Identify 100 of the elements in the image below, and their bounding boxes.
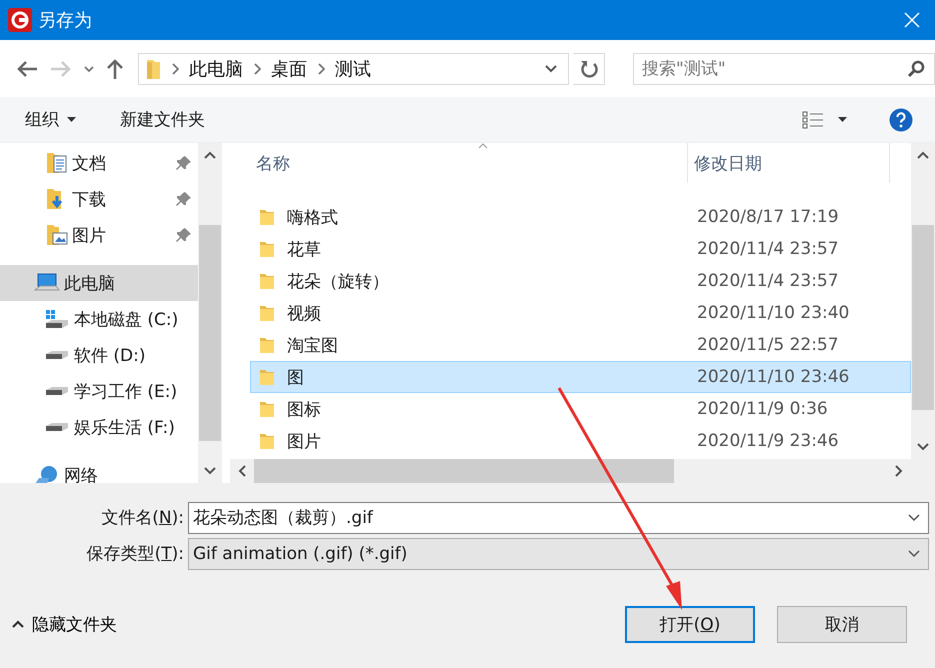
file-name: 图标 <box>287 398 321 420</box>
hide-folders-button[interactable]: 隐藏文件夹 <box>12 612 117 636</box>
column-header[interactable]: 修改日期 <box>688 143 890 183</box>
file-row[interactable]: 图标 2020/11/9 0:36 <box>250 393 911 425</box>
close-icon <box>904 12 920 28</box>
refresh-button[interactable] <box>573 52 605 84</box>
details-view-icon <box>802 110 824 130</box>
chevron-right-icon <box>253 62 261 74</box>
chevron-right-icon <box>317 62 325 74</box>
chevron-right-icon <box>171 62 179 74</box>
chevron-up-icon <box>917 151 929 159</box>
window-title: 另存为 <box>38 9 93 32</box>
up-arrow-icon <box>106 58 124 80</box>
modified-date: 2020/11/4 23:57 <box>696 271 839 291</box>
sidebar-item[interactable]: 学习工作 (E:) <box>0 373 198 409</box>
sidebar-item[interactable]: 本地磁盘 (C:) <box>0 301 198 337</box>
folder-icon <box>259 399 275 419</box>
folder-icon <box>145 58 161 80</box>
folder-icon <box>259 367 275 387</box>
sidebar-item[interactable]: 下载 <box>0 181 198 217</box>
address-bar[interactable]: 此电脑 桌面 测试 <box>138 52 570 84</box>
drive-icon <box>46 351 68 359</box>
sidebar-item[interactable]: 软件 (D:) <box>0 337 198 373</box>
chevron-up-icon <box>204 151 216 159</box>
file-row[interactable]: 图 2020/11/10 23:46 <box>250 361 911 393</box>
chevron-down-icon <box>204 467 216 475</box>
breadcrumb-item[interactable]: 此电脑 <box>189 56 243 80</box>
pin-icon <box>176 155 192 171</box>
modified-date: 2020/11/10 23:40 <box>696 303 850 323</box>
help-button[interactable] <box>889 108 913 132</box>
file-name: 花草 <box>287 238 321 260</box>
caret-icon <box>838 117 847 122</box>
file-name: 嗨格式 <box>287 206 338 228</box>
sort-caret-icon <box>478 143 488 149</box>
drive-icon <box>44 308 70 330</box>
back-arrow-icon <box>16 60 38 78</box>
picture-folder-icon <box>46 223 68 247</box>
file-type-dropdown[interactable]: Gif animation (.gif) (*.gif) <box>188 538 929 570</box>
caret-icon <box>67 117 76 122</box>
folder-icon <box>259 303 275 323</box>
scrollbar[interactable] <box>230 459 935 483</box>
folder-icon <box>259 431 275 451</box>
breadcrumb-item[interactable]: 桌面 <box>271 56 307 80</box>
chevron-up-icon <box>12 620 24 628</box>
pin-icon <box>176 227 192 243</box>
file-row[interactable]: 图片 2020/11/9 23:46 <box>250 425 911 457</box>
scrollbar[interactable] <box>198 143 222 483</box>
new-folder-button[interactable]: 新建文件夹 <box>120 108 205 131</box>
file-name: 图 <box>287 366 304 388</box>
chevron-right-icon <box>895 465 903 477</box>
chevron-left-icon <box>238 465 246 477</box>
folder-icon <box>259 207 275 227</box>
drive-icon <box>46 387 68 395</box>
modified-date: 2020/11/4 23:57 <box>696 239 839 259</box>
file-row[interactable]: 淘宝图 2020/11/5 22:57 <box>250 329 911 361</box>
field-label: 文件名(N): <box>100 507 185 529</box>
sidebar-item[interactable]: 此电脑 <box>0 265 198 301</box>
help-icon <box>889 108 913 132</box>
chevron-down-icon <box>908 550 920 558</box>
modified-date: 2020/11/5 22:57 <box>696 335 839 355</box>
network-icon <box>34 464 60 483</box>
file-name: 淘宝图 <box>287 334 338 356</box>
chevron-down-icon <box>545 64 558 72</box>
folder-icon <box>259 335 275 355</box>
file-name: 视频 <box>287 302 321 324</box>
modified-date: 2020/11/10 23:46 <box>696 367 850 387</box>
sidebar-item[interactable]: 图片 <box>0 217 198 253</box>
sidebar-item[interactable]: 文档 <box>0 145 198 181</box>
organize-button[interactable]: 组织 <box>25 108 76 131</box>
search-field[interactable]: 搜索"测试" <box>633 52 935 84</box>
file-name: 花朵（旋转） <box>287 270 389 292</box>
document-folder-icon <box>46 151 68 175</box>
file-name: 图片 <box>287 430 321 452</box>
view-options-button[interactable] <box>802 110 847 130</box>
open-button[interactable]: 打开(O) <box>625 606 755 642</box>
chevron-down-icon <box>84 64 94 72</box>
column-header[interactable]: 名称 <box>250 143 688 183</box>
file-name-field[interactable]: 花朵动态图（裁剪）.gif <box>188 502 929 534</box>
modified-date: 2020/11/9 23:46 <box>696 431 839 451</box>
file-row[interactable]: 花朵（旋转） 2020/11/4 23:57 <box>250 265 911 297</box>
search-icon <box>907 60 925 78</box>
cancel-button[interactable]: 取消 <box>777 606 907 642</box>
modified-date: 2020/8/17 17:19 <box>696 207 839 227</box>
file-row[interactable]: 嗨格式 2020/8/17 17:19 <box>250 201 911 233</box>
refresh-icon <box>580 58 598 78</box>
drive-icon <box>46 423 68 431</box>
scrollbar[interactable] <box>911 143 935 459</box>
field-label: 保存类型(T): <box>86 543 185 565</box>
file-row[interactable]: 花草 2020/11/4 23:57 <box>250 233 911 265</box>
modified-date: 2020/11/9 0:36 <box>696 399 828 419</box>
pin-icon <box>176 191 192 207</box>
chevron-down-icon <box>917 443 929 451</box>
folder-icon <box>259 239 275 259</box>
forward-arrow-icon <box>50 60 72 78</box>
chevron-down-icon <box>908 514 920 522</box>
sidebar-item[interactable]: 娱乐生活 (F:) <box>0 409 198 445</box>
folder-icon <box>259 271 275 291</box>
file-row[interactable]: 视频 2020/11/10 23:40 <box>250 297 911 329</box>
sidebar-item[interactable]: 网络 <box>0 457 198 483</box>
breadcrumb-item[interactable]: 测试 <box>335 56 371 80</box>
